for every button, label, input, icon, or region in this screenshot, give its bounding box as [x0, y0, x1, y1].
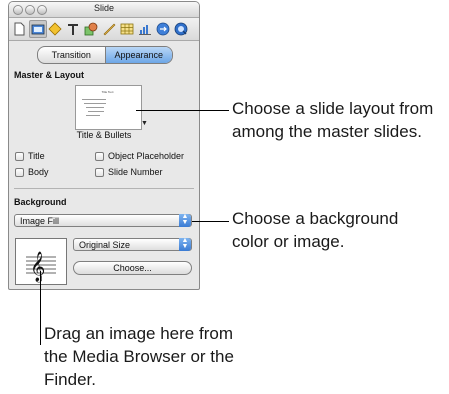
quicktime-inspector-icon[interactable] [173, 21, 189, 37]
background-heading: Background [14, 197, 67, 207]
layout-thumbnail[interactable]: Title Text [75, 85, 142, 130]
master-layout-heading: Master & Layout [14, 70, 85, 80]
layout-callout-line1: Choose a slide layout from [232, 99, 434, 118]
title-checkbox[interactable] [15, 152, 24, 161]
slide-number-label: Slide Number [108, 167, 163, 177]
metrics-inspector-icon[interactable] [101, 21, 117, 37]
svg-text:𝄞: 𝄞 [30, 251, 45, 283]
background-callout-line2: color or image. [232, 232, 345, 251]
background-fill-value: Image Fill [20, 216, 60, 226]
table-inspector-icon[interactable] [119, 21, 135, 37]
document-inspector-icon[interactable] [11, 21, 27, 37]
chart-inspector-icon[interactable] [137, 21, 153, 37]
graphic-inspector-icon[interactable] [83, 21, 99, 37]
inspector-window: Slide Transition Appearance Master & Lay… [8, 1, 200, 290]
tab-appearance[interactable]: Appearance [105, 47, 172, 63]
thumbnail-bullet [86, 115, 100, 116]
thumbnail-bullet [82, 99, 106, 100]
body-checkbox-label: Body [28, 167, 49, 177]
thumbnail-bullet [88, 111, 104, 112]
layout-menu-arrow-icon[interactable]: ▼ [141, 120, 148, 127]
section-divider [14, 188, 194, 189]
image-well-callout-line2: the Media Browser or the [44, 347, 234, 366]
object-placeholder-checkbox[interactable] [95, 152, 104, 161]
image-well-callout-line [40, 271, 41, 345]
hyperlink-inspector-icon[interactable] [155, 21, 171, 37]
object-placeholder-label: Object Placeholder [108, 151, 185, 161]
popup-arrows-icon: ▲ ▼ [179, 213, 191, 227]
inspector-tab-control: Transition Appearance [37, 46, 173, 64]
choose-button[interactable]: Choose... [73, 261, 192, 275]
layout-callout-line [136, 110, 229, 111]
slide-number-checkbox[interactable] [95, 168, 104, 177]
background-callout-line1: Choose a background [232, 209, 399, 228]
image-well-callout-line1: Drag an image here from [44, 324, 233, 343]
popup-arrows-icon: ▲ ▼ [179, 237, 191, 251]
background-callout-line [192, 221, 229, 222]
image-well[interactable]: 𝄞 [15, 238, 67, 285]
thumbnail-title: Title Text [101, 90, 114, 94]
image-size-value: Original Size [79, 240, 131, 250]
layout-name-label: Title & Bullets [76, 130, 132, 140]
thumbnail-bullet [86, 107, 104, 108]
build-inspector-icon[interactable] [47, 21, 63, 37]
title-checkbox-label: Title [28, 151, 45, 161]
window-title: Slide [93, 3, 114, 13]
image-size-popup[interactable]: Original Size ▲ ▼ [73, 237, 192, 251]
image-well-callout-line3: Finder. [44, 370, 96, 389]
slide-inspector-icon[interactable] [29, 20, 47, 38]
text-inspector-icon[interactable] [65, 21, 81, 37]
inspector-toolbar [9, 18, 199, 41]
layout-callout-line2: among the master slides. [232, 122, 422, 141]
thumbnail-bullet [84, 103, 106, 104]
window-titlebar: Slide [9, 2, 199, 18]
treble-clef-image-icon: 𝄞 [26, 251, 56, 283]
body-checkbox[interactable] [15, 168, 24, 177]
tab-transition[interactable]: Transition [38, 47, 106, 63]
background-fill-popup[interactable]: Image Fill ▲ ▼ [14, 213, 192, 227]
